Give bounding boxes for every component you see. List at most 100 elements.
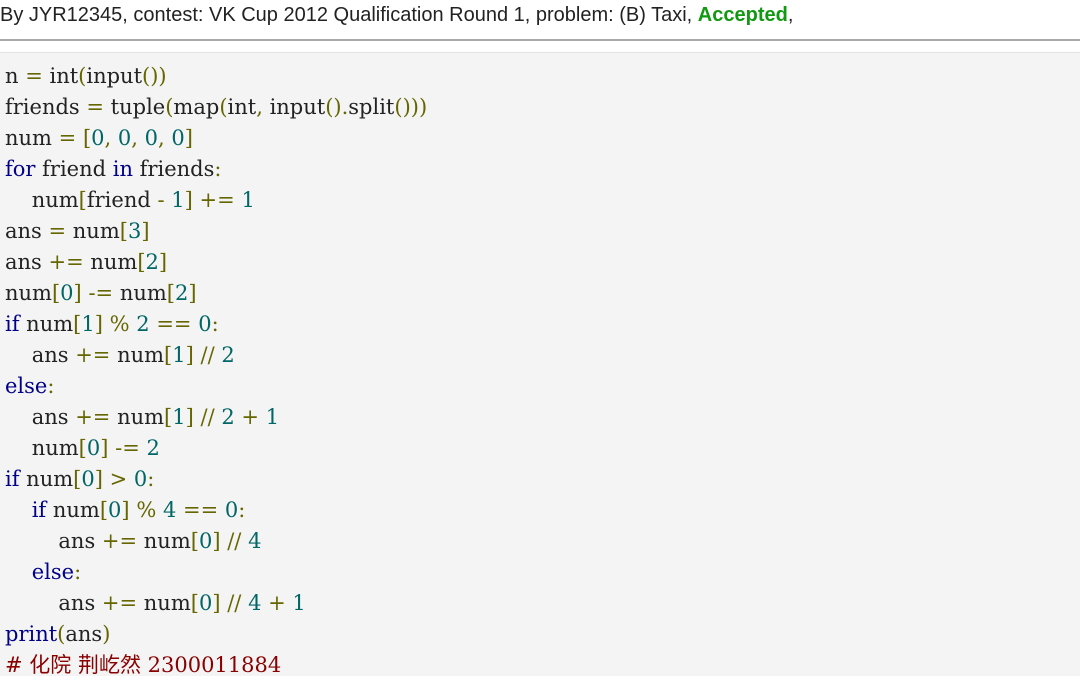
code-token: n bbox=[5, 64, 26, 88]
code-token: input bbox=[86, 64, 143, 88]
code-token: = bbox=[48, 219, 67, 243]
code-token: 0 bbox=[86, 436, 101, 460]
code-token: 2 bbox=[146, 436, 160, 460]
code-token: tuple bbox=[103, 95, 166, 119]
submission-header: By JYR12345, contest: VK Cup 2012 Qualif… bbox=[0, 0, 1080, 40]
header-divider bbox=[0, 39, 1080, 41]
code-token: ans bbox=[5, 343, 76, 367]
code-token: num bbox=[5, 436, 79, 460]
code-token: 0 bbox=[144, 126, 159, 150]
code-token: ans bbox=[5, 219, 49, 243]
code-token: 0 bbox=[198, 529, 213, 553]
code-token: ] bbox=[184, 126, 193, 150]
code-token: == bbox=[156, 312, 192, 336]
code-token: ] bbox=[188, 281, 197, 305]
code-token: num bbox=[5, 188, 79, 212]
code-token: num bbox=[110, 405, 165, 429]
code-token: ] bbox=[141, 219, 150, 243]
code-token: for bbox=[5, 157, 36, 181]
code-token: , bbox=[158, 126, 165, 150]
code-token: 2 bbox=[145, 250, 159, 274]
code-token: , bbox=[256, 95, 263, 119]
code-line: ans += num[0] // 4 + 1 bbox=[5, 588, 1080, 619]
source-code: n = int(input()) friends = tuple(map(int,… bbox=[0, 53, 1080, 681]
code-token: int bbox=[42, 64, 79, 88]
code-token: ] bbox=[212, 529, 221, 553]
code-token: += bbox=[48, 250, 84, 274]
code-token: 0 bbox=[171, 126, 185, 150]
code-token: 4 bbox=[162, 498, 177, 522]
code-token: % bbox=[109, 312, 130, 336]
code-token: 4 bbox=[248, 591, 262, 615]
code-token: (). bbox=[325, 95, 349, 119]
code-token: // bbox=[200, 343, 215, 367]
code-line: else: bbox=[5, 371, 1080, 402]
code-token: - bbox=[157, 188, 165, 212]
code-token: input bbox=[262, 95, 326, 119]
code-token: num bbox=[137, 591, 191, 615]
code-token: num bbox=[46, 498, 100, 522]
code-token: num bbox=[5, 126, 59, 150]
code-token: [ bbox=[82, 126, 92, 150]
code-token: ] bbox=[121, 498, 130, 522]
code-token: [ bbox=[190, 591, 199, 615]
code-token: ans bbox=[5, 250, 49, 274]
code-token: ] bbox=[73, 281, 82, 305]
code-token: % bbox=[136, 498, 157, 522]
code-token: -= bbox=[115, 436, 140, 460]
code-token: + bbox=[268, 591, 286, 615]
code-token: friends bbox=[133, 157, 215, 181]
code-token: 1 bbox=[241, 188, 255, 212]
verdict-accepted: Accepted bbox=[697, 4, 788, 26]
code-token: ans bbox=[5, 591, 102, 615]
submission-info: By JYR12345, contest: VK Cup 2012 Qualif… bbox=[0, 4, 698, 26]
code-token: 4 bbox=[248, 529, 262, 553]
code-token: int bbox=[227, 95, 257, 119]
code-token: : bbox=[214, 157, 222, 181]
code-token: 0 bbox=[60, 281, 74, 305]
code-line: if num[1] % 2 == 0: bbox=[5, 309, 1080, 340]
code-token: num bbox=[5, 281, 52, 305]
code-token: 3 bbox=[127, 219, 142, 243]
code-token: [ bbox=[51, 281, 61, 305]
code-token: 0 bbox=[224, 498, 239, 522]
code-token: 1 bbox=[265, 405, 280, 429]
code-line: # 化院 荆屹然 2300011884 bbox=[5, 650, 1080, 681]
code-token: 1 bbox=[171, 188, 185, 212]
code-line: for friend in friends: bbox=[5, 154, 1080, 185]
code-token: 1 bbox=[172, 343, 186, 367]
code-token: 0 bbox=[108, 498, 122, 522]
code-token: ans bbox=[5, 405, 76, 429]
code-token: [ bbox=[78, 436, 87, 460]
code-token: 1 bbox=[81, 312, 95, 336]
code-line: num[0] -= num[2] bbox=[5, 278, 1080, 309]
code-token: += bbox=[101, 591, 138, 615]
code-line: if num[0] > 0: bbox=[5, 464, 1080, 495]
code-token: 1 bbox=[292, 591, 306, 615]
code-token: ans bbox=[5, 529, 102, 553]
code-token: ()) bbox=[142, 64, 167, 88]
code-line: ans = num[3] bbox=[5, 216, 1080, 247]
code-token: [ bbox=[190, 529, 199, 553]
code-token: += bbox=[75, 343, 111, 367]
code-token: split bbox=[348, 95, 395, 119]
code-token: = bbox=[86, 95, 104, 119]
code-token: ] bbox=[185, 405, 194, 429]
code-token: : bbox=[211, 312, 219, 336]
code-token: num bbox=[137, 529, 191, 553]
code-token: 0 bbox=[117, 126, 132, 150]
code-line: num[friend - 1] += 1 bbox=[5, 185, 1080, 216]
code-token: ) bbox=[102, 622, 111, 646]
code-token: 0 bbox=[198, 591, 213, 615]
code-token: [ bbox=[99, 498, 109, 522]
code-token: map bbox=[173, 95, 220, 119]
code-token: : bbox=[74, 560, 82, 584]
